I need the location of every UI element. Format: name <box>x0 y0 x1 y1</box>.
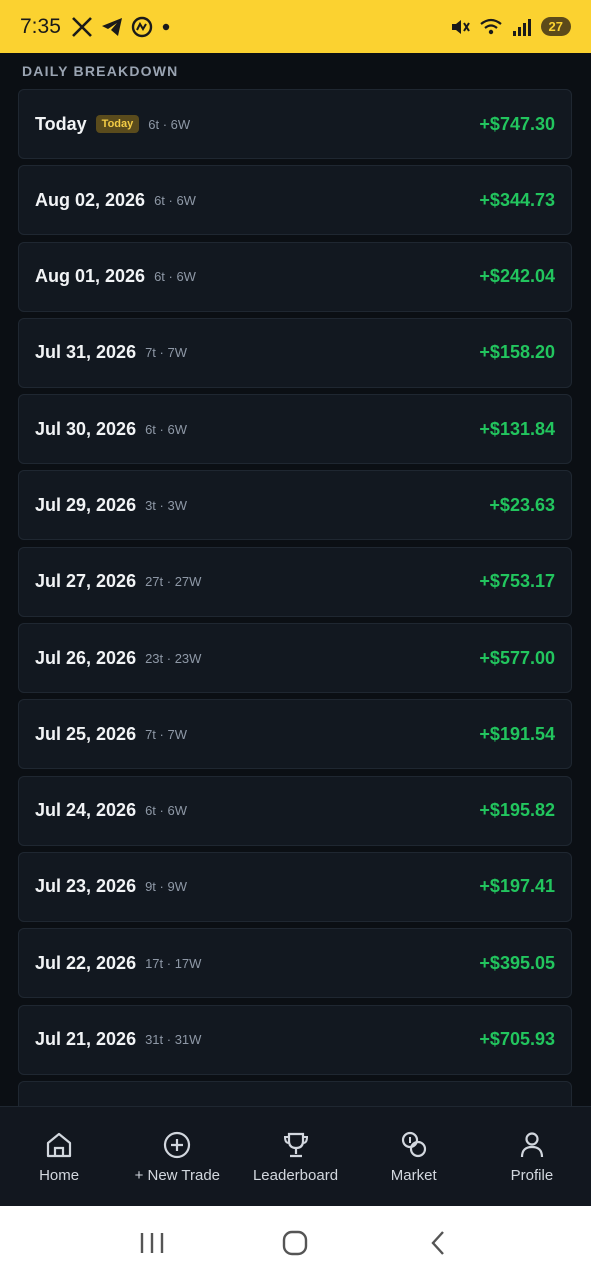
nav-new-trade[interactable]: + New Trade <box>118 1107 236 1206</box>
section-title: DAILY BREAKDOWN <box>22 63 179 79</box>
x-logo-icon <box>71 16 92 37</box>
signal-icon <box>512 18 531 36</box>
notification-dot-icon <box>162 23 170 30</box>
day-pnl: +$242.04 <box>479 266 555 287</box>
nav-market[interactable]: Market <box>355 1107 473 1206</box>
system-nav-bar <box>0 1206 591 1280</box>
day-date: Today <box>35 113 87 134</box>
day-pnl: +$197.41 <box>479 876 555 897</box>
day-date: Jul 31, 2026 <box>35 342 137 363</box>
wifi-icon <box>479 18 502 34</box>
day-row[interactable]: Jul 21, 2026 31t · 31W +$705.93 <box>18 1004 572 1075</box>
nav-profile-label: Profile <box>510 1167 554 1184</box>
recent-apps-button[interactable] <box>132 1223 172 1263</box>
today-badge: Today <box>95 115 140 133</box>
day-pnl: +$747.30 <box>479 113 555 134</box>
day-row[interactable]: Jul 26, 2026 23t · 23W +$577.00 <box>18 623 572 694</box>
day-row[interactable]: Jul 23, 2026 9t · 9W +$197.41 <box>18 851 572 922</box>
telegram-icon <box>101 17 122 36</box>
nav-new-trade-label: + New Trade <box>134 1167 221 1184</box>
nav-market-label: Market <box>390 1167 437 1184</box>
day-date: Jul 22, 2026 <box>35 952 137 973</box>
coins-icon <box>401 1131 426 1158</box>
mute-icon <box>451 19 470 34</box>
day-trade-count: 6t · 6W <box>148 116 191 132</box>
day-pnl: +$23.63 <box>489 494 555 515</box>
day-pnl: +$191.54 <box>479 723 555 744</box>
bottom-nav: Home + New Trade Leaderboard Market Prof… <box>0 1106 591 1206</box>
user-icon <box>520 1132 544 1158</box>
nav-home-label: Home <box>39 1167 80 1184</box>
day-row[interactable]: Jul 25, 2026 7t · 7W +$191.54 <box>18 699 572 770</box>
day-date: Jul 26, 2026 <box>35 647 137 668</box>
home-system-icon <box>283 1230 308 1256</box>
nav-leaderboard[interactable]: Leaderboard <box>236 1107 354 1206</box>
day-pnl: +$344.73 <box>479 189 555 210</box>
day-pnl: +$577.00 <box>479 647 555 668</box>
day-trade-count: 6t · 6W <box>145 803 187 819</box>
day-pnl: +$158.20 <box>479 342 555 363</box>
daily-breakdown-section: DAILY BREAKDOWN Today Today 6t · 6W +$74… <box>0 53 591 1106</box>
day-pnl: +$395.05 <box>479 952 555 973</box>
day-row-partial[interactable] <box>18 1080 572 1106</box>
day-row[interactable]: Jul 22, 2026 17t · 17W +$395.05 <box>18 928 572 999</box>
daily-list[interactable]: Today Today 6t · 6W +$747.30 Aug 02, 202… <box>18 89 572 1106</box>
day-trade-count: 6t · 6W <box>145 421 187 437</box>
day-pnl: +$705.93 <box>479 1029 555 1050</box>
day-date: Jul 30, 2026 <box>35 418 137 439</box>
day-trade-count: 7t · 7W <box>145 726 187 742</box>
day-trade-count: 23t · 23W <box>145 650 202 666</box>
day-date: Jul 23, 2026 <box>35 876 137 897</box>
recent-apps-icon <box>140 1233 164 1253</box>
battery-level: 27 <box>540 17 571 36</box>
back-button[interactable] <box>419 1223 459 1263</box>
day-trade-count: 31t · 31W <box>145 1032 202 1048</box>
day-row[interactable]: Aug 02, 2026 6t · 6W +$344.73 <box>18 165 572 236</box>
day-date: Jul 29, 2026 <box>35 494 137 515</box>
day-trade-count: 6t · 6W <box>154 269 196 285</box>
back-icon <box>431 1231 445 1255</box>
day-row[interactable]: Jul 31, 2026 7t · 7W +$158.20 <box>18 317 572 388</box>
status-bar: 7:35 27 <box>0 0 591 53</box>
day-row[interactable]: Jul 24, 2026 6t · 6W +$195.82 <box>18 775 572 846</box>
nav-leaderboard-label: Leaderboard <box>252 1167 339 1184</box>
day-pnl: +$753.17 <box>479 571 555 592</box>
home-system-button[interactable] <box>275 1223 315 1263</box>
plus-circle-icon <box>164 1131 191 1159</box>
day-date: Aug 02, 2026 <box>35 189 146 210</box>
day-pnl: +$131.84 <box>479 418 555 439</box>
day-trade-count: 7t · 7W <box>145 345 187 361</box>
coinmarketcap-icon <box>131 16 153 37</box>
day-row[interactable]: Jul 29, 2026 3t · 3W +$23.63 <box>18 470 572 541</box>
nav-profile[interactable]: Profile <box>473 1107 591 1206</box>
day-trade-count: 3t · 3W <box>145 497 187 513</box>
home-icon <box>46 1132 72 1158</box>
day-date: Jul 25, 2026 <box>35 723 137 744</box>
day-trade-count: 9t · 9W <box>145 879 187 895</box>
day-trade-count: 27t · 27W <box>145 574 202 590</box>
day-date: Jul 27, 2026 <box>35 571 137 592</box>
day-date: Jul 24, 2026 <box>35 800 137 821</box>
trophy-icon <box>283 1132 308 1158</box>
day-trade-count: 6t · 6W <box>154 192 196 208</box>
day-date: Aug 01, 2026 <box>35 266 146 287</box>
status-time: 7:35 <box>20 14 61 38</box>
day-pnl: +$195.82 <box>479 800 555 821</box>
day-row-today[interactable]: Today Today 6t · 6W +$747.30 <box>18 89 572 159</box>
day-date: Jul 21, 2026 <box>35 1029 137 1050</box>
nav-home[interactable]: Home <box>0 1107 118 1206</box>
day-trade-count: 17t · 17W <box>145 955 202 971</box>
day-row[interactable]: Aug 01, 2026 6t · 6W +$242.04 <box>18 241 572 312</box>
day-row[interactable]: Jul 30, 2026 6t · 6W +$131.84 <box>18 394 572 465</box>
day-row[interactable]: Jul 27, 2026 27t · 27W +$753.17 <box>18 546 572 617</box>
